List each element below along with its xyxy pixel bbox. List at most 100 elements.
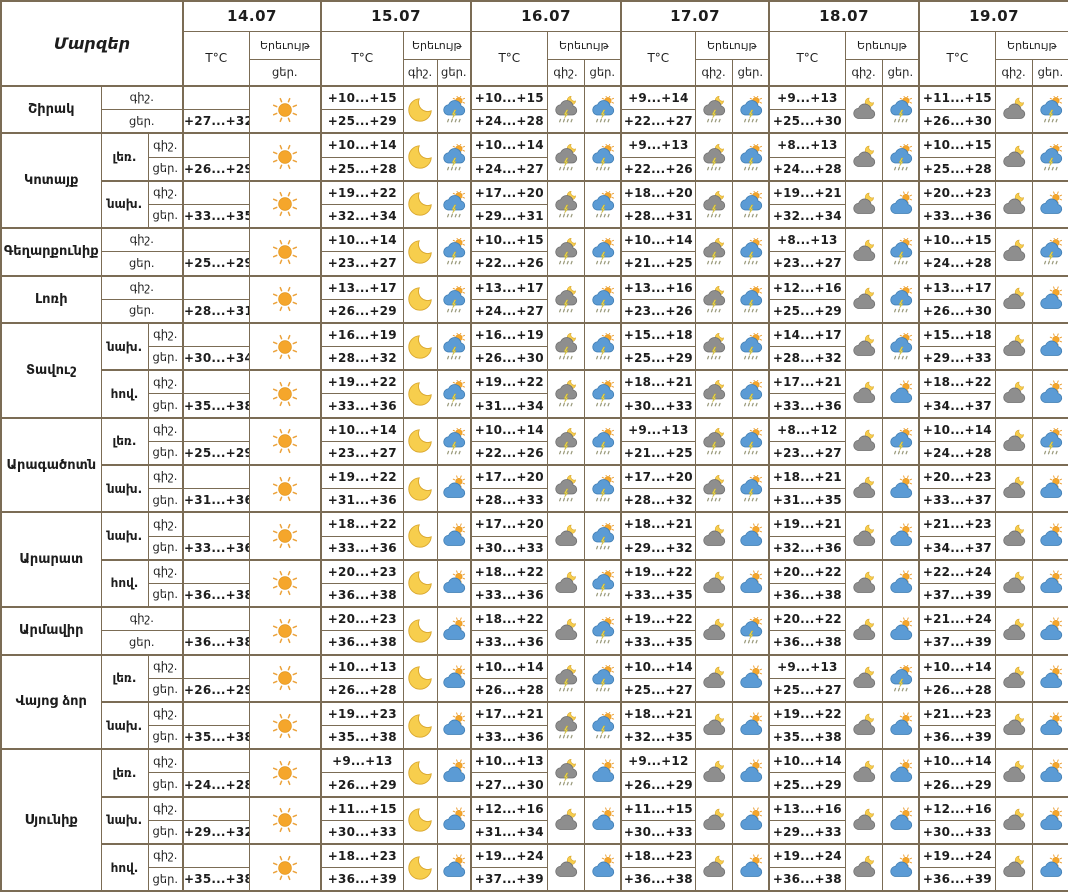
day-temp-cell: +36...+38 <box>321 583 403 607</box>
day-temp-cell: +32...+35 <box>621 726 695 750</box>
day-temp-cell: +26...+29 <box>321 299 403 323</box>
cloud-sun-rain-icon <box>440 191 467 218</box>
day-temp-cell: +24...+28 <box>919 252 995 276</box>
cloud-moon-icon <box>700 807 727 834</box>
day-temp-cell: +22...+26 <box>621 157 695 181</box>
night-temp-cell: +12...+16 <box>769 276 845 300</box>
night-temp-cell: +22...+24 <box>919 560 995 584</box>
day-phenomenon-cell <box>249 797 321 844</box>
day-phenomenon-cell <box>249 607 321 654</box>
day-phenomenon-cell <box>1032 749 1068 796</box>
day-temp-cell: +30...+34 <box>183 347 249 371</box>
cloud-sun-icon <box>1037 665 1064 692</box>
night-phenomenon-cell <box>547 655 584 702</box>
day-temp-cell: +29...+31 <box>471 204 547 228</box>
cloud-sun-icon <box>589 807 616 834</box>
night-phenomenon-cell <box>547 560 584 607</box>
day-temp-cell: +34...+37 <box>919 394 995 418</box>
moon-icon <box>405 711 435 741</box>
night-temp-cell: +13...+16 <box>769 797 845 821</box>
day-phenomenon-cell <box>732 86 769 133</box>
day-row-label: ցեր. <box>101 299 183 323</box>
day-subheader: ցեր. <box>1032 59 1068 86</box>
night-temp-cell: +10...+15 <box>471 228 547 252</box>
night-phenomenon-cell <box>695 86 732 133</box>
cloud-moon-rain-icon <box>552 475 579 502</box>
day-phenomenon-cell <box>249 228 321 275</box>
cloud-sun-icon <box>887 191 914 218</box>
day-phenomenon-cell <box>437 418 471 465</box>
day-phenomenon-cell <box>882 418 919 465</box>
day-temp-cell: +25...+28 <box>919 157 995 181</box>
cloud-moon-icon <box>850 191 877 218</box>
region-cell: Արմավիր <box>1 607 101 654</box>
sun-icon <box>270 616 300 646</box>
night-phenomenon-cell <box>403 797 437 844</box>
cloud-sun-icon <box>887 712 914 739</box>
day-row-label: ցեր. <box>148 583 183 607</box>
day-row-label: ցեր. <box>148 820 183 844</box>
cloud-moon-icon <box>552 570 579 597</box>
cloud-sun-rain-icon <box>737 475 764 502</box>
night-temp-cell: +17...+21 <box>471 702 547 726</box>
day-phenomenon-cell <box>1032 844 1068 891</box>
night-temp-cell: +20...+22 <box>769 560 845 584</box>
day-temp-cell: +27...+30 <box>471 773 547 797</box>
day-phenomenon-cell <box>437 465 471 512</box>
cloud-sun-rain-icon <box>589 665 616 692</box>
day-phenomenon-cell <box>437 228 471 275</box>
cloud-sun-rain-icon <box>737 191 764 218</box>
day-temp-cell: +26...+30 <box>919 110 995 134</box>
day-phenomenon-cell <box>882 702 919 749</box>
region-cell: Շիրակ <box>1 86 101 133</box>
cloud-moon-rain-icon <box>552 96 579 123</box>
day-phenomenon-cell <box>882 133 919 180</box>
cloud-moon-icon <box>850 854 877 881</box>
sun-icon <box>270 474 300 504</box>
night-temp-cell: +18...+23 <box>621 844 695 868</box>
day-phenomenon-cell <box>249 181 321 228</box>
sun-icon <box>270 805 300 835</box>
table-body: Շիրակգիշ.+10...+15+10...+15+9...+14+9...… <box>1 86 1068 891</box>
cloud-sun-rain-icon <box>589 191 616 218</box>
zone-cell: նախ. <box>101 465 148 512</box>
day-temp-cell: +26...+29 <box>183 678 249 702</box>
day-phenomenon-cell <box>882 655 919 702</box>
night-temp-cell: +10...+14 <box>919 418 995 442</box>
day-temp-cell: +26...+28 <box>919 678 995 702</box>
cloud-sun-icon <box>440 854 467 881</box>
zone-cell: լեռ. <box>101 133 148 180</box>
night-temp-cell: +19...+24 <box>471 844 547 868</box>
day-phenomenon-cell <box>584 133 621 180</box>
cloud-moon-icon <box>850 712 877 739</box>
night-temp-cell: +18...+21 <box>621 702 695 726</box>
night-temp-cell: +12...+16 <box>471 797 547 821</box>
moon-icon <box>405 95 435 125</box>
night-phenomenon-cell <box>547 228 584 275</box>
night-temp-cell: +13...+17 <box>919 276 995 300</box>
phenomenon-header: Երեւույթ <box>249 31 321 59</box>
cloud-moon-icon <box>700 665 727 692</box>
cloud-moon-rain-icon <box>552 191 579 218</box>
day-temp-cell: +28...+33 <box>471 489 547 513</box>
day-phenomenon-cell <box>732 560 769 607</box>
day-temp-cell: +31...+34 <box>471 394 547 418</box>
day-temp-cell: +25...+30 <box>769 110 845 134</box>
night-phenomenon-cell <box>695 512 732 559</box>
day-temp-cell: +30...+33 <box>621 394 695 418</box>
night-temp-cell <box>183 370 249 394</box>
night-temp-cell <box>183 418 249 442</box>
night-row-label: գիշ. <box>148 133 183 157</box>
night-temp-cell: +11...+15 <box>321 797 403 821</box>
night-temp-cell: +10...+15 <box>471 86 547 110</box>
night-temp-cell <box>183 844 249 868</box>
day-temp-cell: +37...+39 <box>471 868 547 892</box>
night-temp-cell: +19...+22 <box>321 181 403 205</box>
cloud-moon-icon <box>700 523 727 550</box>
day-temp-cell: +31...+36 <box>321 489 403 513</box>
day-subheader: ցեր. <box>437 59 471 86</box>
cloud-moon-rain-icon <box>552 665 579 692</box>
night-row-label: գիշ. <box>148 702 183 726</box>
day-phenomenon-cell <box>1032 276 1068 323</box>
night-temp-cell: +10...+15 <box>919 228 995 252</box>
